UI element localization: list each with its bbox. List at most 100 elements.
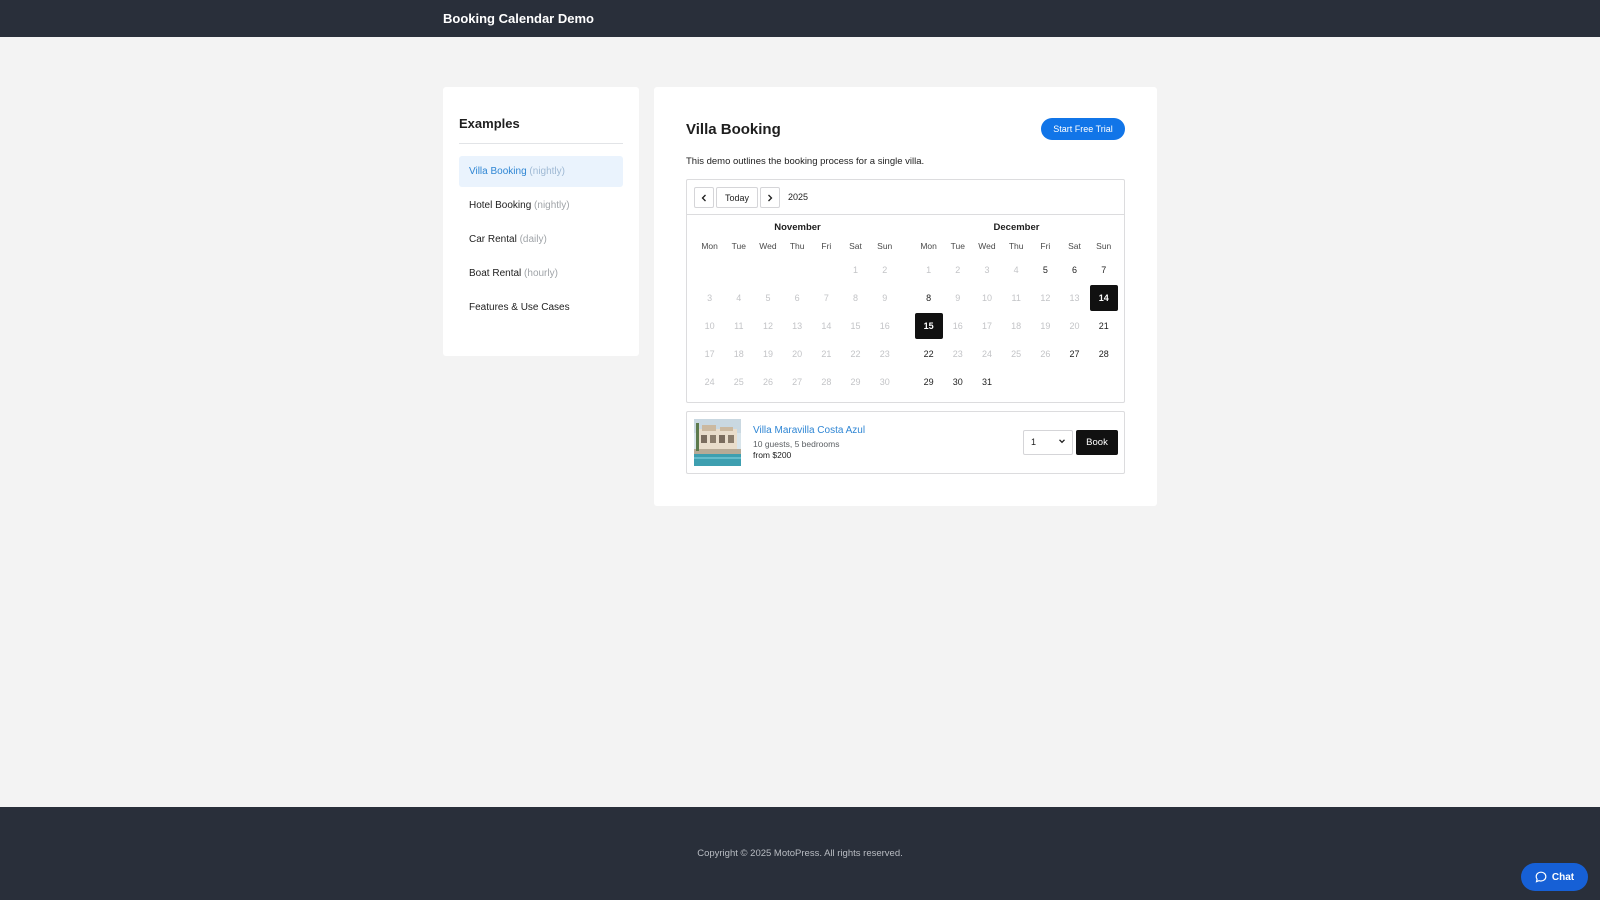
- day-cell-unavailable: 4: [724, 284, 753, 312]
- day-number: 18: [733, 349, 744, 359]
- previous-month-button[interactable]: [694, 187, 714, 208]
- day-number: 12: [1040, 293, 1051, 303]
- day-cell-available[interactable]: 5: [1031, 256, 1060, 284]
- day-number: 27: [1069, 349, 1080, 359]
- book-button[interactable]: Book: [1076, 430, 1118, 455]
- day-number: 9: [882, 293, 888, 303]
- month-november: November Mon Tue Wed Thu Fri Sat Sun 123456789…: [695, 222, 900, 396]
- day-cell-unavailable: 18: [724, 340, 753, 368]
- sidebar-item-features-use-cases[interactable]: Features & Use Cases: [459, 292, 623, 323]
- page-title: Villa Booking: [686, 121, 781, 138]
- day-cell-unavailable: 23: [870, 340, 899, 368]
- day-blank: [724, 256, 753, 284]
- day-cell-available[interactable]: 31: [972, 368, 1001, 396]
- day-number: 7: [1101, 265, 1107, 275]
- day-number: 6: [1072, 265, 1078, 275]
- day-cell-available[interactable]: 7: [1089, 256, 1118, 284]
- villa-photo: [694, 419, 741, 466]
- day-number: 11: [734, 321, 744, 331]
- day-cell-unavailable: 23: [943, 340, 972, 368]
- day-cell-available[interactable]: 8: [914, 284, 943, 312]
- day-number: 21: [1098, 321, 1109, 331]
- today-button[interactable]: Today: [716, 187, 758, 208]
- day-cell-unavailable: 7: [812, 284, 841, 312]
- quantity-select[interactable]: 1: [1023, 430, 1073, 455]
- start-free-trial-button[interactable]: Start Free Trial: [1041, 118, 1125, 140]
- day-blank: [783, 256, 812, 284]
- day-number: 20: [1069, 321, 1080, 331]
- day-cell-unavailable: 4: [1002, 256, 1031, 284]
- day-cell-selected[interactable]: 15: [914, 312, 943, 340]
- day-number: 3: [707, 293, 713, 303]
- sidebar-item-villa-booking[interactable]: Villa Booking (nightly): [459, 156, 623, 187]
- day-number: 28: [1098, 349, 1109, 359]
- day-cell-unavailable: 8: [841, 284, 870, 312]
- day-number: 1: [853, 265, 859, 275]
- day-number: 27: [792, 377, 803, 387]
- day-cell-unavailable: 21: [812, 340, 841, 368]
- day-cell-available[interactable]: 6: [1060, 256, 1089, 284]
- weekday-label: Wed: [978, 241, 996, 251]
- day-cell-available[interactable]: 21: [1089, 312, 1118, 340]
- day-number: 14: [1089, 285, 1118, 311]
- day-number: 5: [765, 293, 771, 303]
- day-cell-unavailable: 12: [1031, 284, 1060, 312]
- app-title[interactable]: Booking Calendar Demo: [443, 0, 594, 37]
- sidebar-item-boat-rental[interactable]: Boat Rental (hourly): [459, 258, 623, 289]
- day-cell-unavailable: 20: [783, 340, 812, 368]
- day-cell-unavailable: 29: [841, 368, 870, 396]
- day-number: 11: [1011, 293, 1021, 303]
- chevron-left-icon: [701, 194, 706, 201]
- day-cell-selected[interactable]: 14: [1089, 284, 1118, 312]
- day-number: 29: [850, 377, 861, 387]
- month-name: November: [774, 222, 821, 233]
- day-number: 10: [981, 293, 992, 303]
- day-cell-available[interactable]: 29: [914, 368, 943, 396]
- weekday-label: Tue: [950, 241, 965, 251]
- day-cell-unavailable: 12: [753, 312, 782, 340]
- day-number: 12: [762, 321, 773, 331]
- sidebar-item-unit: (hourly): [524, 268, 558, 279]
- day-cell-available[interactable]: 22: [914, 340, 943, 368]
- sidebar-item-car-rental[interactable]: Car Rental (daily): [459, 224, 623, 255]
- weekday-label: Thu: [789, 241, 805, 251]
- day-number: 4: [1013, 265, 1019, 275]
- day-number: 28: [821, 377, 832, 387]
- day-cell-unavailable: 24: [972, 340, 1001, 368]
- day-blank: [753, 256, 782, 284]
- footer: Copyright © 2025 MotoPress. All rights r…: [0, 807, 1600, 900]
- day-cell-unavailable: 9: [870, 284, 899, 312]
- next-month-button[interactable]: [760, 187, 780, 208]
- sidebar-item-unit: (nightly): [534, 200, 570, 211]
- day-number: 17: [704, 349, 715, 359]
- month-days: 1 2 3 4 5 6 7 8 9 10 11 12 13 14 15 16 17 18 19 20 21 22 23 24 2…: [914, 256, 1119, 396]
- day-blank: [812, 256, 841, 284]
- day-number: 21: [821, 349, 832, 359]
- chat-button[interactable]: Chat: [1521, 863, 1588, 891]
- month-name: December: [993, 222, 1040, 233]
- sidebar-item-hotel-booking[interactable]: Hotel Booking (nightly): [459, 190, 623, 221]
- weekday-label: Sat: [1068, 241, 1081, 251]
- quantity-value: 1: [1031, 437, 1037, 447]
- day-number: 9: [955, 293, 961, 303]
- day-number: 25: [733, 377, 744, 387]
- day-cell-unavailable: 14: [812, 312, 841, 340]
- sidebar: Examples Villa Booking (nightly) Hotel Bo…: [443, 87, 639, 356]
- calendar-year: 2025: [788, 192, 809, 202]
- listing-price: from $200: [753, 450, 792, 460]
- weekday-label: Fri: [1040, 241, 1051, 251]
- listing-title-link[interactable]: Villa Maravilla Costa Azul: [753, 425, 865, 436]
- day-cell-available[interactable]: 28: [1089, 340, 1118, 368]
- sidebar-heading: Examples: [459, 116, 623, 144]
- day-cell-unavailable: 17: [972, 312, 1001, 340]
- weekday-label: Mon: [701, 241, 718, 251]
- day-cell-unavailable: 16: [943, 312, 972, 340]
- day-number: 8: [853, 293, 859, 303]
- day-cell-available[interactable]: 27: [1060, 340, 1089, 368]
- day-cell-unavailable: 26: [753, 368, 782, 396]
- day-cell-unavailable: 19: [753, 340, 782, 368]
- day-cell-available[interactable]: 30: [943, 368, 972, 396]
- day-cell-unavailable: 15: [841, 312, 870, 340]
- sidebar-nav: Villa Booking (nightly) Hotel Booking (ni…: [459, 156, 623, 323]
- listing-capacity: 10 guests, 5 bedrooms: [753, 439, 840, 449]
